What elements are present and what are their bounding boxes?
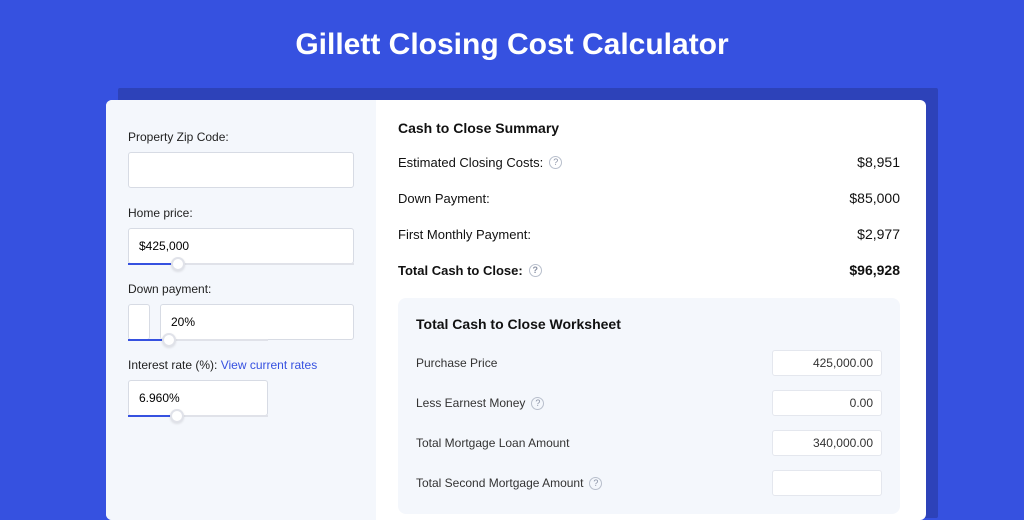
worksheet-input[interactable]	[772, 470, 882, 496]
worksheet-label: Purchase Price	[416, 356, 497, 370]
worksheet-input[interactable]	[772, 430, 882, 456]
down-payment-pct-input[interactable]	[160, 304, 354, 340]
summary-row: First Monthly Payment: $2,977	[398, 226, 900, 242]
summary-value: $2,977	[857, 226, 900, 242]
worksheet-row: Total Mortgage Loan Amount	[416, 430, 882, 456]
slider-thumb[interactable]	[170, 409, 184, 423]
worksheet-row: Less Earnest Money ?	[416, 390, 882, 416]
summary-total-label: Total Cash to Close:	[398, 263, 523, 278]
summary-row: Down Payment: $85,000	[398, 190, 900, 206]
summary-total-row: Total Cash to Close: ? $96,928	[398, 262, 900, 278]
down-payment-label: Down payment:	[128, 282, 354, 296]
interest-rate-slider[interactable]	[128, 380, 268, 416]
input-panel: Property Zip Code: Home price: Down paym…	[106, 100, 376, 520]
worksheet-input[interactable]	[772, 350, 882, 376]
summary-value: $8,951	[857, 154, 900, 170]
summary-total-value: $96,928	[849, 262, 900, 278]
worksheet-title: Total Cash to Close Worksheet	[416, 316, 882, 332]
summary-value: $85,000	[849, 190, 900, 206]
help-icon[interactable]: ?	[549, 156, 562, 169]
home-price-label: Home price:	[128, 206, 354, 220]
home-price-input[interactable]	[128, 228, 354, 264]
results-panel: Cash to Close Summary Estimated Closing …	[376, 100, 926, 520]
page-title: Gillett Closing Cost Calculator	[0, 0, 1024, 86]
interest-rate-label: Interest rate (%): View current rates	[128, 358, 354, 372]
summary-label: Estimated Closing Costs:	[398, 155, 543, 170]
interest-label-text: Interest rate (%):	[128, 358, 221, 372]
worksheet-row: Purchase Price	[416, 350, 882, 376]
worksheet-label: Total Second Mortgage Amount	[416, 476, 583, 490]
view-rates-link[interactable]: View current rates	[221, 358, 318, 372]
help-icon[interactable]: ?	[531, 397, 544, 410]
summary-label: Down Payment:	[398, 191, 490, 206]
summary-row: Estimated Closing Costs: ? $8,951	[398, 154, 900, 170]
down-payment-slider[interactable]	[128, 304, 354, 340]
help-icon[interactable]: ?	[589, 477, 602, 490]
zip-label: Property Zip Code:	[128, 130, 354, 144]
summary-title: Cash to Close Summary	[398, 120, 900, 136]
calculator-card: Property Zip Code: Home price: Down paym…	[106, 100, 926, 520]
home-price-group: Home price:	[128, 206, 354, 264]
worksheet-row: Total Second Mortgage Amount ?	[416, 470, 882, 496]
worksheet-label: Less Earnest Money	[416, 396, 525, 410]
slider-thumb[interactable]	[162, 333, 176, 347]
summary-label: First Monthly Payment:	[398, 227, 531, 242]
home-price-slider[interactable]	[128, 228, 354, 264]
help-icon[interactable]: ?	[529, 264, 542, 277]
down-payment-amount-input[interactable]	[128, 304, 150, 340]
worksheet-input[interactable]	[772, 390, 882, 416]
interest-rate-input[interactable]	[128, 380, 268, 416]
worksheet-label: Total Mortgage Loan Amount	[416, 436, 569, 450]
slider-thumb[interactable]	[171, 257, 185, 271]
worksheet-panel: Total Cash to Close Worksheet Purchase P…	[398, 298, 900, 514]
zip-input[interactable]	[128, 152, 354, 188]
interest-rate-group: Interest rate (%): View current rates	[128, 358, 354, 416]
down-payment-group: Down payment:	[128, 282, 354, 340]
zip-field-group: Property Zip Code:	[128, 130, 354, 188]
